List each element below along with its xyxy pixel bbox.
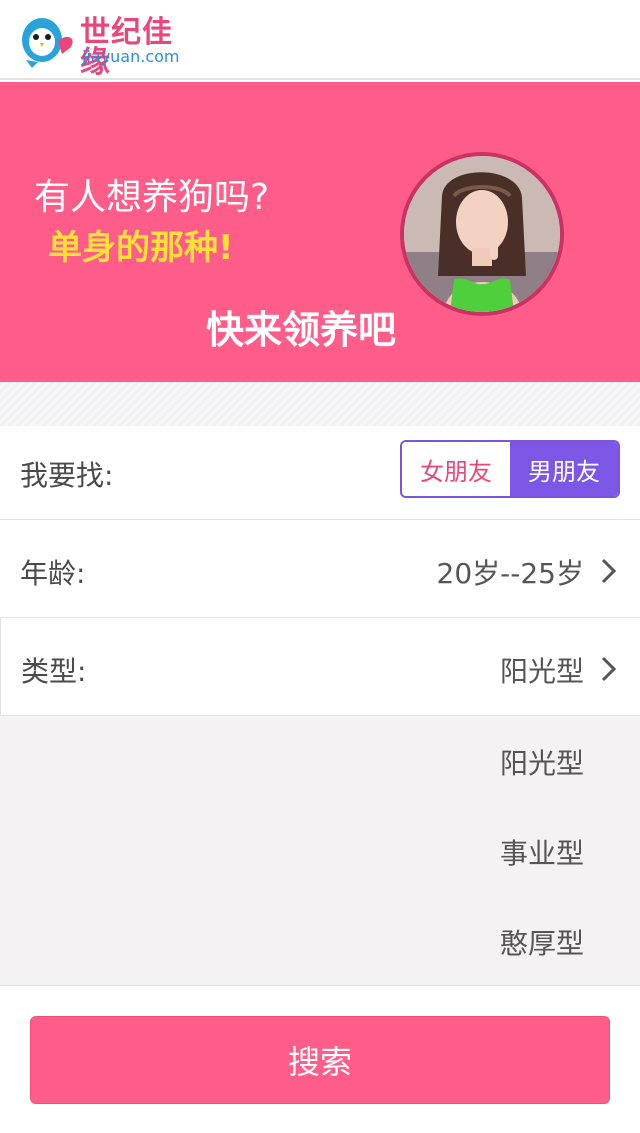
boyfriend-option[interactable]: 男朋友 [510,442,618,496]
type-option-sunny[interactable]: 阳光型 [500,742,584,782]
type-row[interactable]: 类型: 阳光型 [0,618,640,716]
type-option-honest[interactable]: 憨厚型 [500,922,584,962]
banner-subheadline: 单身的那种! [48,228,234,268]
age-label: 年龄: [20,557,86,590]
banner-headline: 有人想养狗吗? [34,177,270,218]
promo-banner[interactable]: 有人想养狗吗? 单身的那种! 快来领养吧 [0,82,640,382]
jiayuan-logo[interactable]: 世纪佳缘 jiayuan.com [18,10,198,78]
section-divider [0,382,640,426]
profile-avatar [400,152,564,316]
mascot-icon [22,18,73,68]
gender-toggle[interactable]: 女朋友 男朋友 [400,440,620,498]
chevron-right-icon [601,558,617,584]
seek-label: 我要找: [20,459,114,492]
brand-domain: jiayuan.com [82,47,180,66]
seek-row: 我要找: 女朋友 男朋友 [0,426,640,520]
type-option-career[interactable]: 事业型 [500,832,584,872]
type-value: 阳光型 [499,655,584,688]
app-header: 世纪佳缘 jiayuan.com [0,0,640,80]
age-row[interactable]: 年龄: 20岁--25岁 [0,520,640,618]
chevron-right-icon [601,656,617,682]
search-button[interactable]: 搜索 [30,1016,610,1104]
portrait-illustration [404,156,560,312]
type-label: 类型: [21,655,87,688]
girlfriend-option[interactable]: 女朋友 [402,442,510,496]
age-value: 20岁--25岁 [436,557,584,590]
banner-cta-text: 快来领养吧 [206,308,397,352]
type-dropdown: 阳光型 事业型 憨厚型 [0,716,640,986]
